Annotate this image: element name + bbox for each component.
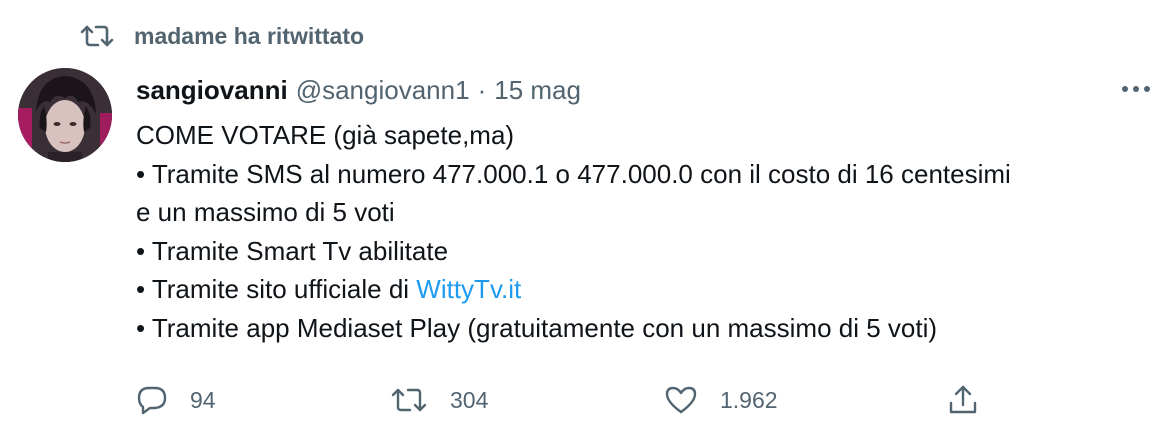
retweet-count: 304: [450, 386, 489, 413]
retweet-icon: [80, 22, 114, 50]
reply-count: 94: [190, 386, 216, 413]
tweet-text: COME VOTARE (già sapete,ma) • Tramite SM…: [136, 116, 1146, 347]
tweet-text-line: • Tramite sito ufficiale di WittyTv.it: [136, 270, 1146, 309]
tweet-text-line: COME VOTARE (già sapete,ma): [136, 120, 515, 150]
reply-icon: [136, 384, 168, 416]
author-handle[interactable]: @sangiovann1: [296, 75, 470, 106]
heart-icon: [664, 384, 698, 416]
tweet-text-line: • Tramite Smart Tv abilitate: [136, 235, 449, 266]
author-name[interactable]: sangiovanni: [136, 75, 288, 106]
retweet-context-text[interactable]: madame ha ritwittato: [134, 23, 364, 50]
more-horizontal-icon: [1121, 80, 1151, 98]
separator-dot: ·: [477, 74, 487, 105]
tweet-link[interactable]: WittyTv.it: [416, 274, 521, 304]
reply-button[interactable]: 94: [136, 380, 216, 420]
tweet-text-line: e un massimo di 5 voti: [136, 197, 395, 227]
share-button[interactable]: [946, 380, 980, 420]
tweet-timestamp[interactable]: 15 mag: [494, 75, 581, 106]
retweet-button[interactable]: 304: [390, 380, 488, 420]
like-count: 1.962: [720, 386, 778, 413]
tweet-header: sangiovanni @sangiovann1 · 15 mag: [136, 70, 581, 110]
like-button[interactable]: 1.962: [664, 380, 778, 420]
tweet-text-line: • Tramite app Mediaset Play (gratuitamen…: [136, 312, 938, 343]
tweet-text-prefix: • Tramite sito ufficiale di: [136, 274, 417, 304]
share-icon: [946, 383, 980, 417]
retweet-context[interactable]: madame ha ritwittato: [80, 20, 364, 52]
avatar[interactable]: [18, 68, 112, 162]
tweet-text-line: • Tramite SMS al numero 477.000.1 o 477.…: [136, 158, 1011, 189]
more-button[interactable]: [1118, 76, 1154, 102]
retweet-icon: [390, 384, 428, 416]
tweet-actions: 94 304 1.962: [0, 380, 1174, 420]
